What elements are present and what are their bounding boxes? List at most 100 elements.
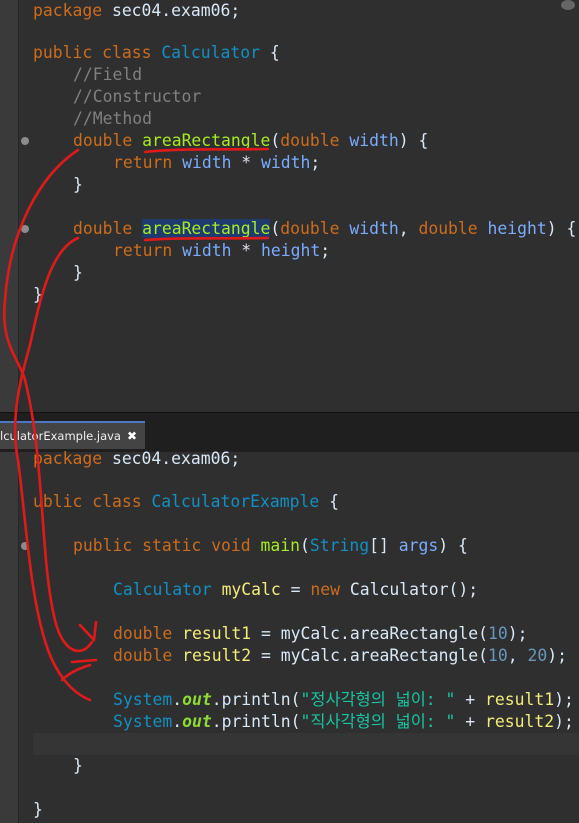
param-name: width xyxy=(349,219,399,238)
paren: ); xyxy=(554,690,574,709)
paren: ( xyxy=(478,646,489,665)
editor-tab-bar: lculatorExample.java ✖ xyxy=(0,412,579,453)
keyword: class xyxy=(92,492,142,511)
method-call: areaRectangle xyxy=(349,624,479,643)
current-line-highlight xyxy=(33,733,579,755)
paren: ) { xyxy=(398,131,429,150)
package-name: sec04.exam06; xyxy=(102,449,241,468)
variable: width xyxy=(182,153,232,172)
comma: , xyxy=(398,219,419,238)
comment-line[interactable]: //Field xyxy=(73,64,142,86)
code-line[interactable]: return width * height; xyxy=(113,240,330,262)
comma: , xyxy=(507,646,528,665)
method-declaration[interactable]: double areaRectangle(double width) { xyxy=(73,130,428,152)
number-literal: 10 xyxy=(488,624,508,643)
brace: { xyxy=(329,492,339,511)
close-icon[interactable]: ✖ xyxy=(127,429,137,443)
param-type: double xyxy=(418,219,478,238)
constructor-call: Calculator(); xyxy=(340,580,479,599)
semicolon: ; xyxy=(320,241,331,260)
keyword: package xyxy=(33,449,103,468)
package-name: sec04.exam06; xyxy=(102,1,241,20)
local-variable: myCalc xyxy=(221,580,281,599)
closing-brace[interactable]: } xyxy=(33,799,43,821)
param-name: args xyxy=(398,536,439,555)
keyword: return xyxy=(113,153,173,172)
variable: height xyxy=(261,241,321,260)
paren: ( xyxy=(300,536,310,555)
type-keyword: double xyxy=(113,624,173,643)
paren: ); xyxy=(547,646,568,665)
keyword: public xyxy=(73,536,133,555)
tab-calculator-example[interactable]: lculatorExample.java ✖ xyxy=(0,421,146,449)
method-name-highlighted: areaRectangle xyxy=(142,219,271,238)
keyword: class xyxy=(102,43,152,62)
operator: + xyxy=(455,712,486,731)
local-variable: result1 xyxy=(182,624,252,643)
code-line[interactable]: package sec04.exam06; xyxy=(33,448,240,470)
code-line[interactable]: double result2 = myCalc.areaRectangle(10… xyxy=(113,645,567,667)
static-field: out xyxy=(182,712,212,731)
type-keyword: double xyxy=(73,219,133,238)
number-literal: 10 xyxy=(488,646,508,665)
class-name: System xyxy=(113,690,173,709)
fold-toggle[interactable] xyxy=(21,542,29,550)
string-literal: "정사각형의 넓이: " xyxy=(300,690,456,709)
operator: + xyxy=(455,690,486,709)
number-literal: 20 xyxy=(527,646,548,665)
class-name: CalculatorExample xyxy=(151,492,320,511)
code-line[interactable]: System.out.println("정사각형의 넓이: " + result… xyxy=(113,689,574,711)
code-line[interactable]: package sec04.exam06; xyxy=(33,0,240,22)
code-line[interactable]: ublic class CalculatorExample { xyxy=(33,491,339,513)
brace: { xyxy=(269,43,280,62)
fold-toggle[interactable] xyxy=(21,225,29,233)
local-variable: result1 xyxy=(485,690,555,709)
fold-toggle[interactable] xyxy=(21,137,29,145)
comment-line[interactable]: //Method xyxy=(73,108,152,130)
object-ref: myCalc. xyxy=(280,624,350,643)
code-line[interactable]: double result1 = myCalc.areaRectangle(10… xyxy=(113,623,528,645)
comment-line[interactable]: //Constructor xyxy=(73,86,201,108)
static-field: out xyxy=(182,690,212,709)
method-call: areaRectangle xyxy=(349,646,479,665)
semicolon: ; xyxy=(310,153,321,172)
method-declaration[interactable]: double areaRectangle(double width, doubl… xyxy=(73,218,576,240)
bottom-editor-pane[interactable]: package sec04.exam06; ublic class Calcul… xyxy=(0,449,579,823)
operator: = xyxy=(251,646,281,665)
method-declaration[interactable]: public static void main(String[] args) { xyxy=(73,535,468,557)
top-editor-gutter xyxy=(0,0,19,412)
keyword: public xyxy=(33,43,93,62)
code-line[interactable]: Calculator myCalc = new Calculator(); xyxy=(113,579,478,601)
param-type: double xyxy=(280,131,340,150)
string-literal: "직사각형의 넓이: " xyxy=(300,712,456,731)
keyword: ublic xyxy=(33,492,83,511)
method-name: main xyxy=(260,536,301,555)
tab-label: lculatorExample.java xyxy=(0,429,121,443)
param-type: String xyxy=(309,536,370,555)
code-line[interactable]: System.out.println("직사각형의 넓이: " + result… xyxy=(113,711,574,733)
closing-brace[interactable]: } xyxy=(73,174,83,196)
dot: . xyxy=(172,690,183,709)
code-line[interactable]: return width * width; xyxy=(113,152,320,174)
keyword: return xyxy=(113,241,173,260)
param-name: height xyxy=(487,219,547,238)
type-keyword: double xyxy=(73,131,133,150)
keyword: new xyxy=(310,580,340,599)
code-line[interactable]: public class Calculator { xyxy=(33,42,280,64)
class-name: Calculator xyxy=(161,43,260,62)
closing-brace[interactable]: } xyxy=(73,262,83,284)
array-brackets: [] xyxy=(369,536,399,555)
closing-brace[interactable]: } xyxy=(33,284,43,306)
operator: = xyxy=(280,580,311,599)
method-name: areaRectangle xyxy=(142,131,271,150)
variable: width xyxy=(261,153,311,172)
top-editor-pane[interactable]: package sec04.exam06; public class Calcu… xyxy=(0,0,579,412)
closing-brace[interactable]: } xyxy=(73,755,83,777)
paren: ); xyxy=(507,624,528,643)
keyword: void xyxy=(211,536,251,555)
method-call: .println( xyxy=(211,712,301,731)
class-name: System xyxy=(113,712,173,731)
paren: ) { xyxy=(438,536,468,555)
variable: width xyxy=(182,241,232,260)
local-variable: result2 xyxy=(485,712,555,731)
